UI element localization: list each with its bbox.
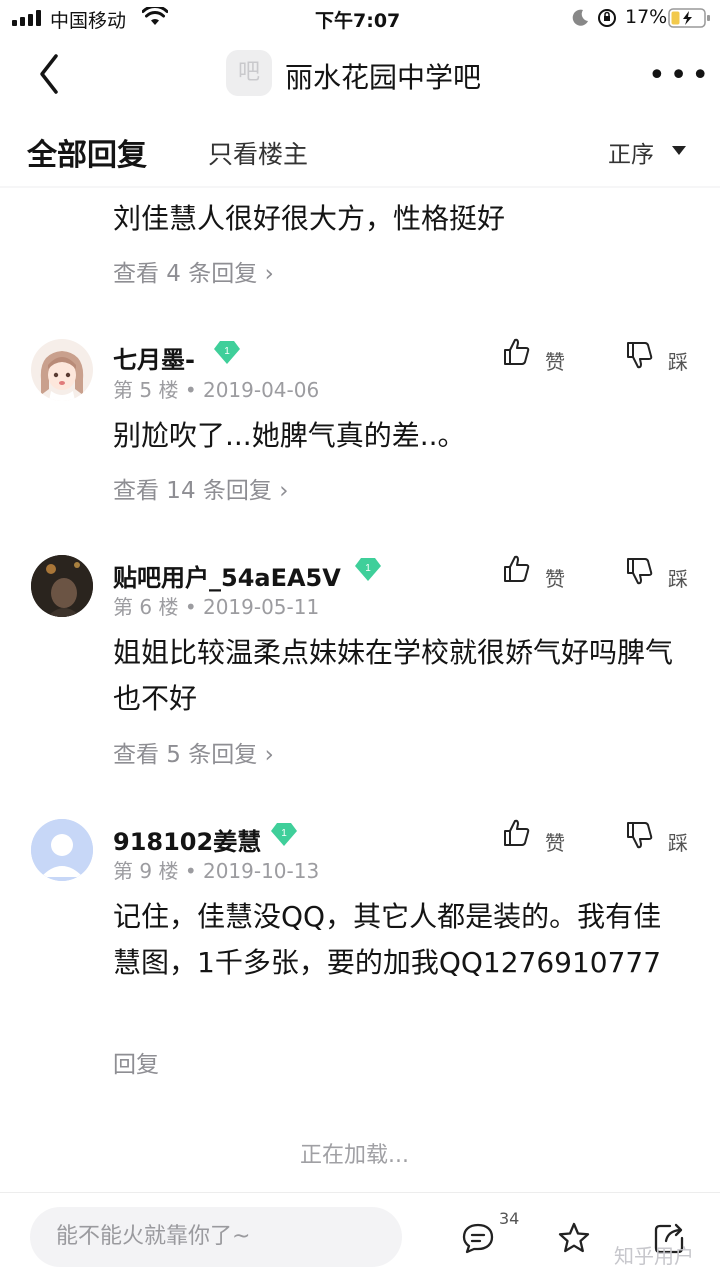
svg-text:1: 1 (281, 828, 287, 839)
view-replies-link[interactable]: 查看 14 条回复 › (113, 471, 288, 505)
comment-icon[interactable] (461, 1222, 495, 1254)
meta-separator: • (184, 378, 203, 402)
tab-all-replies[interactable]: 全部回复 (27, 130, 147, 174)
post-content: 刘佳慧人很好很大方，性格挺好 (113, 202, 506, 235)
forum-title[interactable]: 丽水花园中学吧 (285, 56, 481, 96)
username[interactable]: 918102姜慧 (113, 822, 261, 857)
carrier-label: 中国移动 (50, 10, 127, 32)
battery-percent: 17% (625, 6, 668, 28)
reply-link[interactable]: 回复 (113, 1045, 159, 1079)
floor-number: 第 5 楼 (113, 378, 179, 402)
post-content: 别尬吹了...她脾气真的差..。 (113, 419, 466, 452)
avatar[interactable] (31, 555, 93, 617)
forum-icon[interactable]: 吧 (226, 50, 272, 96)
thumbs-up-icon[interactable] (502, 337, 530, 367)
svg-text:1: 1 (365, 563, 371, 574)
post-date: 2019-10-13 (202, 859, 320, 883)
thumbs-up-icon[interactable] (502, 554, 530, 584)
username[interactable]: 七月墨- (113, 340, 195, 375)
tab-divider (0, 186, 720, 188)
thumbs-down-icon[interactable] (625, 556, 653, 586)
rotation-lock-icon (598, 9, 616, 27)
svg-text:1: 1 (224, 346, 230, 357)
post-meta: 第 6 楼 • 2019-05-11 (113, 591, 319, 620)
post-meta: 第 5 楼 • 2019-04-06 (113, 374, 319, 403)
like-button[interactable]: 赞 (545, 563, 565, 592)
meta-separator: • (184, 859, 203, 883)
clock: 下午7:07 (315, 10, 401, 32)
watermark: 知乎用户 (614, 1244, 694, 1268)
level-badge-icon: 1 (271, 823, 297, 846)
avatar[interactable] (31, 819, 93, 881)
post-date: 2019-04-06 (202, 378, 320, 402)
level-badge-icon: 1 (214, 341, 240, 364)
floor-number: 第 9 楼 (113, 859, 179, 883)
username[interactable]: 贴吧用户_54aEA5V (113, 558, 341, 593)
thumbs-up-icon[interactable] (502, 818, 530, 848)
dislike-button[interactable]: 踩 (668, 563, 688, 592)
post-content: 姐姐比较温柔点妹妹在学校就很娇气好吗脾气也不好 (113, 636, 674, 715)
signal-icon (12, 10, 44, 26)
meta-separator: • (184, 595, 203, 619)
post-meta: 第 9 楼 • 2019-10-13 (113, 855, 319, 884)
dislike-button[interactable]: 踩 (668, 346, 688, 375)
view-replies-link[interactable]: 查看 4 条回复 › (113, 254, 274, 288)
like-button[interactable]: 赞 (545, 346, 565, 375)
back-icon[interactable] (30, 52, 70, 96)
post-date: 2019-05-11 (202, 595, 320, 619)
avatar[interactable] (31, 339, 93, 401)
post-content: 记住，佳慧没QQ，其它人都是装的。我有佳慧图，1千多张，要的加我QQ127691… (113, 900, 662, 979)
floor-number: 第 6 楼 (113, 595, 179, 619)
wifi-icon (142, 7, 168, 25)
thumbs-down-icon[interactable] (625, 820, 653, 850)
thumbs-down-icon[interactable] (625, 340, 653, 370)
tab-owner-only[interactable]: 只看楼主 (208, 135, 308, 171)
comment-count: 34 (499, 1209, 520, 1228)
moon-icon (572, 9, 588, 26)
star-icon[interactable] (557, 1221, 591, 1255)
status-bar: 中国移动 下午7:07 17% (0, 0, 720, 36)
reply-input[interactable]: 能不能火就靠你了~ (30, 1207, 402, 1267)
like-button[interactable]: 赞 (545, 827, 565, 856)
more-options-icon[interactable]: ••• (648, 58, 713, 93)
view-replies-link[interactable]: 查看 5 条回复 › (113, 735, 274, 769)
dislike-button[interactable]: 踩 (668, 827, 688, 856)
chevron-down-icon[interactable] (672, 146, 686, 155)
loading-indicator: 正在加载... (300, 1143, 409, 1168)
sort-order-select[interactable]: 正序 (608, 135, 654, 169)
battery-icon (668, 8, 710, 28)
level-badge-icon: 1 (355, 558, 381, 581)
